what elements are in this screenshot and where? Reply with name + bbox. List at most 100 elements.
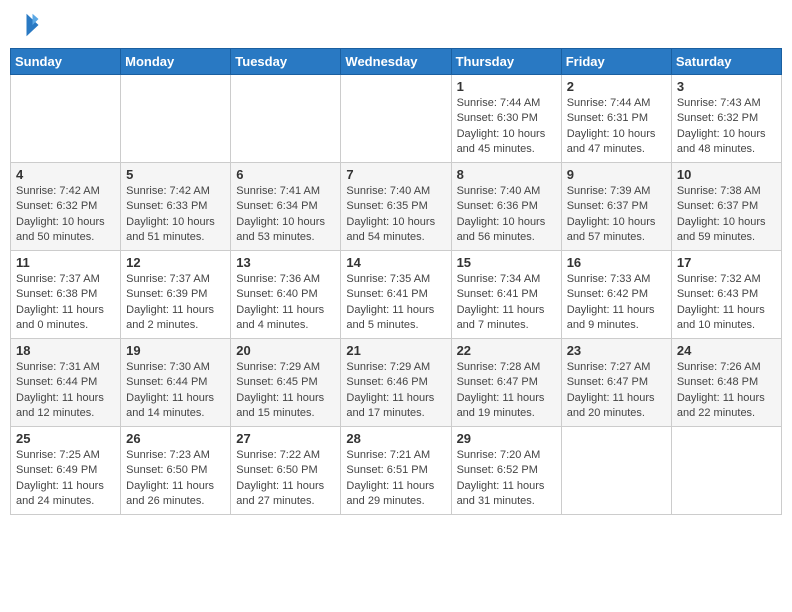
day-number: 16 [567, 255, 666, 270]
calendar-cell [341, 75, 451, 163]
day-number: 9 [567, 167, 666, 182]
day-number: 22 [457, 343, 556, 358]
calendar-cell: 8 Sunrise: 7:40 AM Sunset: 6:36 PM Daylig… [451, 163, 561, 251]
calendar-cell: 17 Sunrise: 7:32 AM Sunset: 6:43 PM Dayli… [671, 251, 781, 339]
day-number: 5 [126, 167, 225, 182]
day-info: Sunrise: 7:31 AM Sunset: 6:44 PM Dayligh… [16, 360, 115, 422]
calendar-cell: 27Sunrise: 7:22 AM Sunset: 6:50 PM Dayli… [231, 427, 341, 515]
calendar-cell: 25Sunrise: 7:25 AM Sunset: 6:49 PM Dayli… [11, 427, 121, 515]
calendar-cell [671, 427, 781, 515]
col-header-thursday: Thursday [451, 49, 561, 75]
day-number: 26 [126, 431, 225, 446]
day-info: Sunrise: 7:40 AM Sunset: 6:35 PM Dayligh… [346, 184, 445, 246]
calendar-cell [231, 75, 341, 163]
calendar-cell [11, 75, 121, 163]
day-info: Sunrise: 7:30 AM Sunset: 6:44 PM Dayligh… [126, 360, 225, 422]
calendar-cell: 2Sunrise: 7:44 AM Sunset: 6:31 PM Daylig… [561, 75, 671, 163]
calendar-week-row: 11 Sunrise: 7:37 AM Sunset: 6:38 PM Dayli… [11, 251, 782, 339]
day-number: 15 [457, 255, 556, 270]
day-info: Sunrise: 7:36 AM Sunset: 6:40 PM Dayligh… [236, 272, 335, 334]
day-info: Sunrise: 7:37 AM Sunset: 6:39 PM Dayligh… [126, 272, 225, 334]
logo [10, 10, 44, 40]
calendar-cell: 10 Sunrise: 7:38 AM Sunset: 6:37 PM Dayli… [671, 163, 781, 251]
col-header-friday: Friday [561, 49, 671, 75]
calendar-cell: 16 Sunrise: 7:33 AM Sunset: 6:42 PM Dayli… [561, 251, 671, 339]
calendar-week-row: 18 Sunrise: 7:31 AM Sunset: 6:44 PM Dayli… [11, 339, 782, 427]
day-info: Sunrise: 7:34 AM Sunset: 6:41 PM Dayligh… [457, 272, 556, 334]
day-info: Sunrise: 7:37 AM Sunset: 6:38 PM Dayligh… [16, 272, 115, 334]
day-number: 13 [236, 255, 335, 270]
calendar-cell: 13 Sunrise: 7:36 AM Sunset: 6:40 PM Dayli… [231, 251, 341, 339]
col-header-tuesday: Tuesday [231, 49, 341, 75]
col-header-monday: Monday [121, 49, 231, 75]
calendar-cell: 5 Sunrise: 7:42 AM Sunset: 6:33 PM Daylig… [121, 163, 231, 251]
calendar-table: SundayMondayTuesdayWednesdayThursdayFrid… [10, 48, 782, 515]
calendar-cell: 7 Sunrise: 7:40 AM Sunset: 6:35 PM Daylig… [341, 163, 451, 251]
day-number: 20 [236, 343, 335, 358]
logo-icon [10, 10, 40, 40]
day-number: 11 [16, 255, 115, 270]
day-number: 10 [677, 167, 776, 182]
day-number: 28 [346, 431, 445, 446]
day-number: 8 [457, 167, 556, 182]
day-number: 12 [126, 255, 225, 270]
day-info: Sunrise: 7:22 AM Sunset: 6:50 PM Dayligh… [236, 448, 335, 510]
calendar-cell [121, 75, 231, 163]
day-info: Sunrise: 7:25 AM Sunset: 6:49 PM Dayligh… [16, 448, 115, 510]
calendar-cell [561, 427, 671, 515]
day-info: Sunrise: 7:21 AM Sunset: 6:51 PM Dayligh… [346, 448, 445, 510]
calendar-cell: 18 Sunrise: 7:31 AM Sunset: 6:44 PM Dayli… [11, 339, 121, 427]
day-info: Sunrise: 7:38 AM Sunset: 6:37 PM Dayligh… [677, 184, 776, 246]
page-header [10, 10, 782, 40]
day-info: Sunrise: 7:42 AM Sunset: 6:32 PM Dayligh… [16, 184, 115, 246]
col-header-saturday: Saturday [671, 49, 781, 75]
calendar-week-row: 25Sunrise: 7:25 AM Sunset: 6:49 PM Dayli… [11, 427, 782, 515]
calendar-cell: 1 Sunrise: 7:44 AM Sunset: 6:30 PM Daylig… [451, 75, 561, 163]
day-number: 19 [126, 343, 225, 358]
calendar-week-row: 4 Sunrise: 7:42 AM Sunset: 6:32 PM Daylig… [11, 163, 782, 251]
col-header-wednesday: Wednesday [341, 49, 451, 75]
calendar-cell: 11 Sunrise: 7:37 AM Sunset: 6:38 PM Dayli… [11, 251, 121, 339]
day-info: Sunrise: 7:40 AM Sunset: 6:36 PM Dayligh… [457, 184, 556, 246]
calendar-cell: 19 Sunrise: 7:30 AM Sunset: 6:44 PM Dayli… [121, 339, 231, 427]
col-header-sunday: Sunday [11, 49, 121, 75]
calendar-cell: 22 Sunrise: 7:28 AM Sunset: 6:47 PM Dayli… [451, 339, 561, 427]
day-number: 23 [567, 343, 666, 358]
day-number: 29 [457, 431, 556, 446]
day-info: Sunrise: 7:43 AM Sunset: 6:32 PM Dayligh… [677, 96, 776, 158]
day-number: 7 [346, 167, 445, 182]
calendar-cell: 15 Sunrise: 7:34 AM Sunset: 6:41 PM Dayli… [451, 251, 561, 339]
calendar-cell: 20 Sunrise: 7:29 AM Sunset: 6:45 PM Dayli… [231, 339, 341, 427]
day-number: 21 [346, 343, 445, 358]
day-number: 17 [677, 255, 776, 270]
day-info: Sunrise: 7:41 AM Sunset: 6:34 PM Dayligh… [236, 184, 335, 246]
day-number: 1 [457, 79, 556, 94]
day-number: 14 [346, 255, 445, 270]
calendar-cell: 23 Sunrise: 7:27 AM Sunset: 6:47 PM Dayli… [561, 339, 671, 427]
day-info: Sunrise: 7:29 AM Sunset: 6:46 PM Dayligh… [346, 360, 445, 422]
day-number: 18 [16, 343, 115, 358]
calendar-week-row: 1 Sunrise: 7:44 AM Sunset: 6:30 PM Daylig… [11, 75, 782, 163]
calendar-header-row: SundayMondayTuesdayWednesdayThursdayFrid… [11, 49, 782, 75]
day-info: Sunrise: 7:27 AM Sunset: 6:47 PM Dayligh… [567, 360, 666, 422]
calendar-cell: 4 Sunrise: 7:42 AM Sunset: 6:32 PM Daylig… [11, 163, 121, 251]
day-info: Sunrise: 7:29 AM Sunset: 6:45 PM Dayligh… [236, 360, 335, 422]
day-number: 3 [677, 79, 776, 94]
day-info: Sunrise: 7:26 AM Sunset: 6:48 PM Dayligh… [677, 360, 776, 422]
day-number: 2 [567, 79, 666, 94]
calendar-cell: 21 Sunrise: 7:29 AM Sunset: 6:46 PM Dayli… [341, 339, 451, 427]
day-info: Sunrise: 7:20 AM Sunset: 6:52 PM Dayligh… [457, 448, 556, 510]
calendar-cell: 29 Sunrise: 7:20 AM Sunset: 6:52 PM Dayli… [451, 427, 561, 515]
day-info: Sunrise: 7:35 AM Sunset: 6:41 PM Dayligh… [346, 272, 445, 334]
day-info: Sunrise: 7:33 AM Sunset: 6:42 PM Dayligh… [567, 272, 666, 334]
day-number: 24 [677, 343, 776, 358]
calendar-cell: 6Sunrise: 7:41 AM Sunset: 6:34 PM Daylig… [231, 163, 341, 251]
calendar-cell: 9Sunrise: 7:39 AM Sunset: 6:37 PM Daylig… [561, 163, 671, 251]
day-number: 4 [16, 167, 115, 182]
day-info: Sunrise: 7:32 AM Sunset: 6:43 PM Dayligh… [677, 272, 776, 334]
day-info: Sunrise: 7:44 AM Sunset: 6:30 PM Dayligh… [457, 96, 556, 158]
day-info: Sunrise: 7:28 AM Sunset: 6:47 PM Dayligh… [457, 360, 556, 422]
calendar-cell: 24 Sunrise: 7:26 AM Sunset: 6:48 PM Dayli… [671, 339, 781, 427]
day-info: Sunrise: 7:23 AM Sunset: 6:50 PM Dayligh… [126, 448, 225, 510]
day-info: Sunrise: 7:42 AM Sunset: 6:33 PM Dayligh… [126, 184, 225, 246]
